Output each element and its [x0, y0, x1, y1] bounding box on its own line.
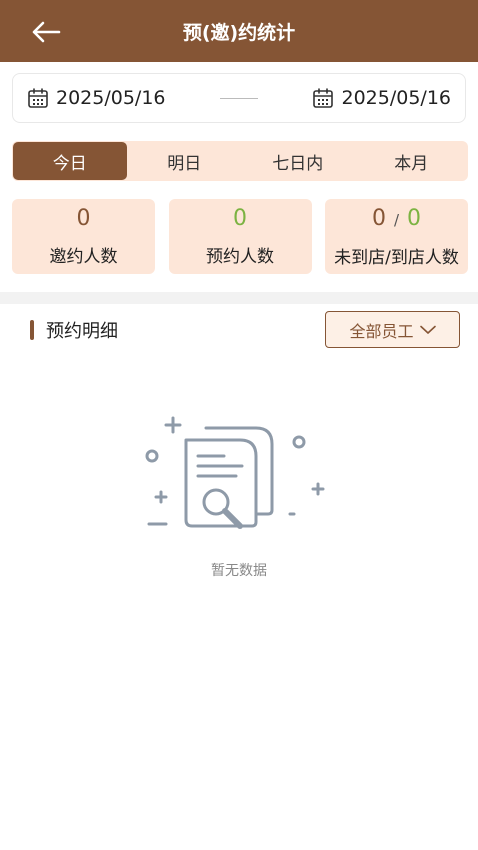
- staff-filter-label: 全部员工: [349, 321, 414, 341]
- arrived-count: 0: [407, 205, 422, 231]
- invited-count: 0: [76, 206, 91, 231]
- stat-arrival: 0 / 0 未到店/到店人数: [325, 199, 468, 274]
- calendar-icon: [28, 88, 48, 108]
- app-header: 预(邀)约统计: [0, 0, 478, 62]
- reserved-label: 预约人数: [206, 247, 274, 267]
- invited-label: 邀约人数: [49, 247, 118, 267]
- end-date-picker[interactable]: 2025/05/16: [312, 87, 451, 109]
- date-separator: [166, 97, 313, 99]
- tab-this-month[interactable]: 本月: [355, 141, 469, 181]
- stats-row: 0 邀约人数 0 预约人数 0 / 0 未到店/到店人数: [12, 199, 468, 274]
- chevron-down-icon: [419, 325, 436, 334]
- page-title: 预(邀)约统计: [182, 21, 296, 44]
- calendar-icon: [313, 88, 334, 108]
- tab-today[interactable]: 今日: [13, 142, 127, 180]
- section-divider: [0, 292, 478, 304]
- arrow-left-icon: [32, 21, 61, 43]
- start-date: 2025/05/16: [56, 87, 166, 109]
- staff-filter-button[interactable]: 全部员工: [325, 311, 460, 348]
- stat-reserved: 0 预约人数: [168, 199, 312, 274]
- arrival-label: 未到店/到店人数: [334, 247, 459, 268]
- start-date-picker[interactable]: 2025/05/16: [27, 87, 166, 109]
- tab-seven-days[interactable]: 七日内: [241, 141, 355, 181]
- tab-tomorrow[interactable]: 明日: [128, 141, 242, 181]
- not-arrived-count: 0: [371, 205, 386, 231]
- empty-state: 暂无数据: [0, 410, 478, 579]
- document-search-icon: [145, 416, 325, 529]
- reserved-count: 0: [233, 206, 247, 231]
- end-date: 2025/05/16: [341, 87, 451, 109]
- empty-text: 暂无数据: [211, 563, 267, 579]
- section-header: 预约明细: [30, 318, 118, 342]
- section-title: 预约明细: [46, 321, 118, 342]
- back-button[interactable]: [28, 17, 64, 47]
- stat-invited: 0 邀约人数: [12, 199, 155, 274]
- date-range-picker: 2025/05/16 2025/05/16: [12, 73, 466, 123]
- period-tabs: 今日 明日 七日内 本月: [12, 141, 468, 181]
- section-accent-bar: [30, 320, 34, 340]
- arrival-separator: /: [393, 210, 400, 229]
